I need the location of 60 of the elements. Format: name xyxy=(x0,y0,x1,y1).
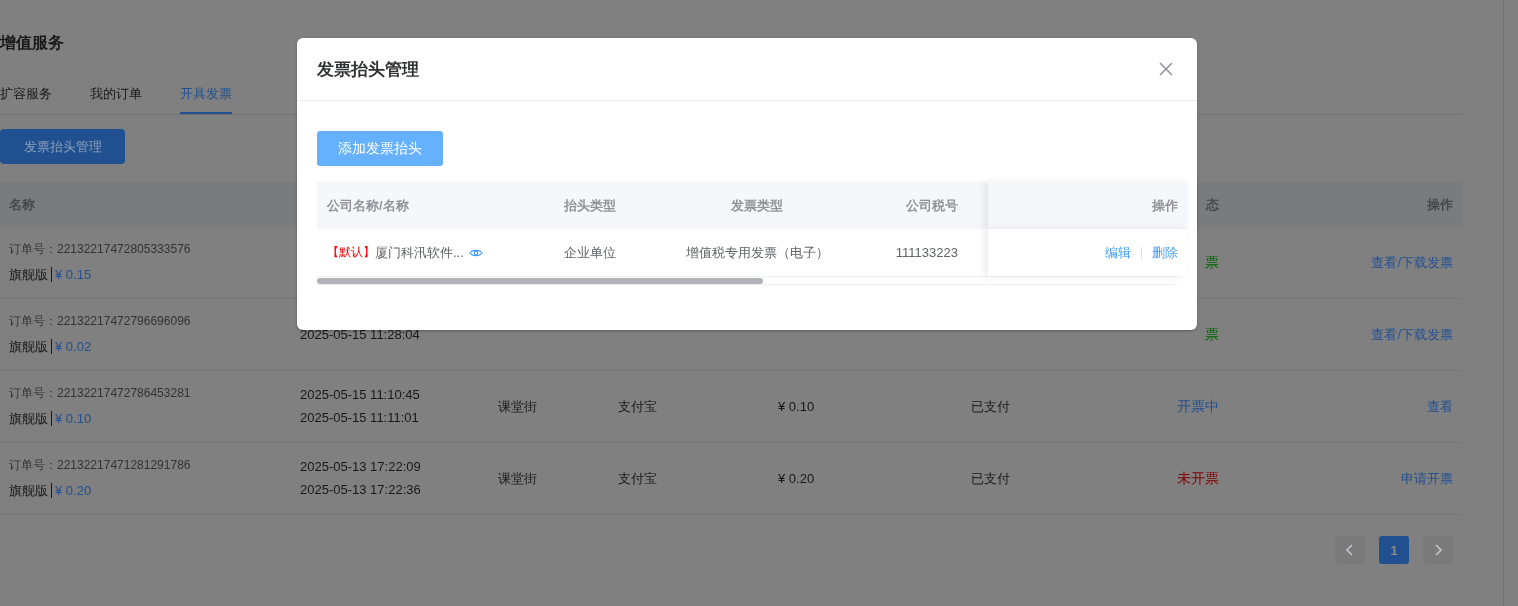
chevron-right-icon xyxy=(1434,544,1442,556)
page-title: 增值服务 xyxy=(0,33,65,53)
time-text: 2025-05-13 17:22:36 xyxy=(300,481,422,499)
table-cell: 企业单位 xyxy=(564,243,616,262)
plan-name: 旗舰版 xyxy=(9,265,48,284)
order-number: 订单号：22132217472805333576 xyxy=(9,240,192,258)
order-number: 订单号：22132217472786453281 xyxy=(9,384,192,402)
time-text: 2025-05-15 11:11:01 xyxy=(300,409,420,427)
dialog-title: 发票抬头管理 xyxy=(317,58,419,81)
table-cell: ¥ 0.20 xyxy=(778,471,815,486)
invoice-status: 未开票 xyxy=(1177,469,1219,486)
column-header: 操作 xyxy=(1152,196,1178,215)
order-number: 订单号：22132217471281291786 xyxy=(9,456,192,474)
action-link[interactable]: 编辑 xyxy=(1105,243,1131,262)
price: ¥ 0.20 xyxy=(55,481,92,500)
table-cell: 增值税专用发票（电子） xyxy=(685,243,829,262)
time-text: 2025-05-15 11:10:45 xyxy=(300,386,421,404)
chevron-left-icon xyxy=(1346,544,1354,556)
plan-name: 旗舰版 xyxy=(9,409,48,428)
order-number: 订单号：22132217472796696096 xyxy=(9,312,192,330)
time-text: 2025-05-15 11:28:04 xyxy=(300,325,421,344)
plan-name: 旗舰版 xyxy=(9,481,48,500)
company-name: 厦门科汛软件... xyxy=(375,243,464,262)
action-link[interactable]: 查看 xyxy=(1427,397,1453,416)
time-text: 2025-05-13 17:22:09 xyxy=(300,458,422,476)
action-link[interactable]: 查看/下载发票 xyxy=(1371,325,1453,344)
price: ¥ 0.02 xyxy=(55,337,92,356)
page-button[interactable]: 1 xyxy=(1379,536,1409,564)
eye-icon[interactable] xyxy=(468,247,483,258)
close-icon[interactable] xyxy=(1159,62,1173,76)
tab[interactable]: 我的订单 xyxy=(90,76,142,112)
table-cell: 课堂街 xyxy=(498,397,537,416)
price: ¥ 0.15 xyxy=(55,265,92,284)
table-cell: 支付宝 xyxy=(618,469,657,488)
table-cell: 已支付 xyxy=(971,469,1010,488)
invoice-status: 开票中 xyxy=(1177,397,1219,414)
add-header-button[interactable]: 添加发票抬头 xyxy=(317,131,443,166)
table-cell: 111133223 xyxy=(895,245,958,260)
table-cell: 课堂街 xyxy=(498,469,537,488)
invoice-header-button[interactable]: 发票抬头管理 xyxy=(0,129,125,164)
action-link[interactable]: 查看/下载发票 xyxy=(1371,253,1453,272)
column-header: 抬头类型 xyxy=(564,196,616,215)
price: ¥ 0.10 xyxy=(55,409,92,428)
action-link[interactable]: 申请开票 xyxy=(1401,469,1453,488)
default-tag: 【默认】 xyxy=(327,244,375,261)
invoice-status: 票 xyxy=(1205,253,1219,270)
tab[interactable]: 开具发票 xyxy=(180,76,232,114)
column-header: 发票类型 xyxy=(731,196,783,215)
next-page-button[interactable] xyxy=(1423,536,1453,564)
tab[interactable]: 扩容服务 xyxy=(0,76,52,112)
action-link[interactable]: 删除 xyxy=(1152,243,1178,262)
column-header: 公司税号 xyxy=(906,196,958,215)
table-cell: ¥ 0.10 xyxy=(778,399,815,414)
column-header: 公司名称/名称 xyxy=(327,196,409,215)
previous-page-button[interactable] xyxy=(1335,536,1365,564)
table-cell: 支付宝 xyxy=(618,397,657,416)
plan-name: 旗舰版 xyxy=(9,337,48,356)
table-cell: 已支付 xyxy=(971,397,1010,416)
scrollbar-thumb[interactable] xyxy=(317,277,763,284)
invoice-status: 票 xyxy=(1205,325,1219,342)
